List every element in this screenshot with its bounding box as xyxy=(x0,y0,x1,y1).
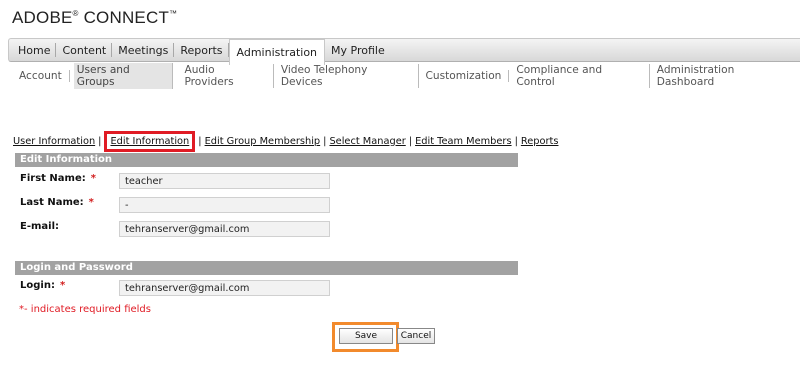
subnav-customization[interactable]: Customization xyxy=(419,70,510,82)
nav-tab-reports[interactable]: Reports xyxy=(174,43,229,57)
link-user-information[interactable]: User Information xyxy=(13,136,95,147)
nav-tab-meetings[interactable]: Meetings xyxy=(112,43,175,57)
nav-tab-home[interactable]: Home xyxy=(9,43,57,57)
edit-information-highlight: Edit Information xyxy=(104,130,196,152)
required-star: * xyxy=(59,280,66,291)
user-tab-links: User Information | Edit Information | Ed… xyxy=(13,130,559,152)
last-name-label: Last Name: * xyxy=(20,197,94,208)
main-navigation: Home Content Meetings Reports Administra… xyxy=(8,38,800,65)
last-name-label-text: Last Name: xyxy=(20,197,84,208)
subnav-compliance-and-control[interactable]: Compliance and Control xyxy=(509,64,650,88)
link-separator: | xyxy=(408,135,413,147)
email-field[interactable] xyxy=(119,221,330,237)
login-field[interactable] xyxy=(119,280,330,296)
first-name-field[interactable] xyxy=(119,173,330,189)
subnav-audio-providers[interactable]: Audio Providers xyxy=(177,64,274,88)
required-star: * xyxy=(90,173,96,184)
link-select-manager[interactable]: Select Manager xyxy=(329,136,405,147)
logo-registered-mark: ® xyxy=(72,9,79,18)
adobe-connect-logo: ADOBE® CONNECT™ xyxy=(12,8,177,28)
logo-trademark: ™ xyxy=(169,9,178,18)
logo-product: CONNECT xyxy=(83,8,170,27)
link-separator: | xyxy=(98,135,102,147)
nav-tab-administration[interactable]: Administration xyxy=(228,39,326,65)
cancel-button[interactable]: Cancel xyxy=(397,328,435,344)
required-star: * xyxy=(88,197,94,208)
link-edit-information[interactable]: Edit Information xyxy=(110,136,189,147)
subnav-administration-dashboard[interactable]: Administration Dashboard xyxy=(650,64,800,88)
subnav-users-and-groups[interactable]: Users and Groups xyxy=(73,63,174,89)
subnav-video-telephony-devices[interactable]: Video Telephony Devices xyxy=(274,64,419,88)
nav-tab-my-profile[interactable]: My Profile xyxy=(325,43,390,57)
link-separator: | xyxy=(323,135,327,147)
nav-tab-content[interactable]: Content xyxy=(56,43,113,57)
required-fields-note: *- indicates required fields xyxy=(19,304,151,315)
last-name-field[interactable] xyxy=(119,197,330,213)
link-separator: | xyxy=(198,135,202,147)
sub-navigation: Account Users and Groups Audio Providers… xyxy=(8,63,800,89)
first-name-label: First Name: * xyxy=(20,173,96,184)
login-label-text: Login: xyxy=(20,280,55,291)
link-edit-group-membership[interactable]: Edit Group Membership xyxy=(205,136,321,147)
link-separator: | xyxy=(514,135,518,147)
subnav-account[interactable]: Account xyxy=(8,70,70,82)
logo-brand: ADOBE xyxy=(12,8,73,27)
link-reports[interactable]: Reports xyxy=(521,136,559,147)
link-edit-team-members[interactable]: Edit Team Members xyxy=(415,136,512,147)
save-button[interactable]: Save xyxy=(339,328,393,344)
login-label: Login: * xyxy=(20,280,65,291)
first-name-label-text: First Name: xyxy=(20,173,86,184)
email-label: E-mail: xyxy=(20,221,60,232)
edit-information-header: Edit Information xyxy=(15,153,518,167)
login-password-header: Login and Password xyxy=(15,261,518,275)
